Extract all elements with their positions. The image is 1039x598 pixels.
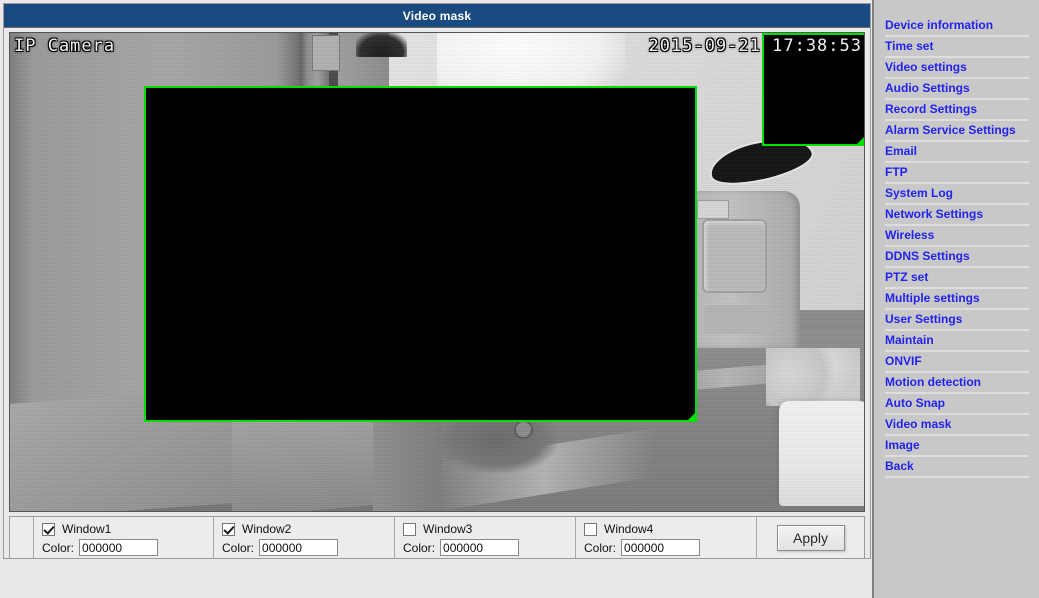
mask-window-control-4: Window4 Color: <box>576 517 757 558</box>
sidebar-item-motion-detection[interactable]: Motion detection <box>885 373 1029 394</box>
video-preview[interactable]: IP Camera 2015-09-21 17:38:53 <box>9 32 865 512</box>
sidebar-item-video-settings[interactable]: Video settings <box>885 58 1029 79</box>
window4-checkbox[interactable] <box>584 522 597 536</box>
sidebar-item-video-mask[interactable]: Video mask <box>885 415 1029 436</box>
settings-sidebar: Device information Time set Video settin… <box>876 0 1039 598</box>
sidebar-item-system-log[interactable]: System Log <box>885 184 1029 205</box>
scene-chair-cutout <box>701 219 768 293</box>
window-enable-row[interactable]: Window1 <box>42 521 213 537</box>
window3-color-label: Color: <box>403 540 436 555</box>
window2-color-input[interactable] <box>259 539 339 556</box>
sidebar-item-record-settings[interactable]: Record Settings <box>885 100 1029 121</box>
window1-label: Window1 <box>62 522 112 536</box>
scene-box-c <box>372 413 442 511</box>
window2-label: Window2 <box>242 522 292 536</box>
sidebar-item-audio-settings[interactable]: Audio Settings <box>885 79 1029 100</box>
mask-resize-handle-icon[interactable] <box>856 136 864 145</box>
scene-small-panel <box>312 35 340 71</box>
page-title: Video mask <box>402 8 472 23</box>
scene-dark-blob <box>355 33 408 57</box>
page-frame: Video mask IP Camera 2015-09-21 17:38:53… <box>3 3 871 559</box>
window1-color-input[interactable] <box>79 539 159 556</box>
window1-checkbox[interactable] <box>42 522 55 536</box>
window3-label: Window3 <box>423 522 473 536</box>
sidebar-item-user-settings[interactable]: User Settings <box>885 310 1029 331</box>
mask-resize-handle-icon[interactable] <box>687 412 696 421</box>
window-enable-row[interactable]: Window4 <box>584 521 756 537</box>
mask-window-1[interactable] <box>144 86 697 422</box>
scene-crumpled-items <box>765 348 860 406</box>
window3-color-row: Color: <box>403 539 575 556</box>
sidebar-item-ftp[interactable]: FTP <box>885 163 1029 184</box>
window-title-bar: Video mask <box>4 4 870 28</box>
window4-color-row: Color: <box>584 539 756 556</box>
sidebar-item-back[interactable]: Back <box>885 457 1029 478</box>
sidebar-item-time-set[interactable]: Time set <box>885 37 1029 58</box>
mask-window-control-3: Window3 Color: <box>395 517 576 558</box>
window3-color-input[interactable] <box>440 539 520 556</box>
scene-box-b <box>232 408 380 511</box>
sidebar-item-auto-snap[interactable]: Auto Snap <box>885 394 1029 415</box>
sidebar-item-ptz-set[interactable]: PTZ set <box>885 268 1029 289</box>
apply-cell: Apply <box>757 517 864 558</box>
content-pane: Video mask IP Camera 2015-09-21 17:38:53… <box>0 0 874 598</box>
window2-color-row: Color: <box>222 539 394 556</box>
sidebar-item-multiple-settings[interactable]: Multiple settings <box>885 289 1029 310</box>
sidebar-item-alarm-service-settings[interactable]: Alarm Service Settings <box>885 121 1029 142</box>
osd-timestamp: 2015-09-21 17:38:53 <box>648 36 862 56</box>
osd-camera-name: IP Camera <box>14 36 116 56</box>
scene-chair-cutout-2 <box>704 305 773 335</box>
window4-label: Window4 <box>604 522 654 536</box>
window1-color-label: Color: <box>42 540 75 555</box>
window2-checkbox[interactable] <box>222 522 235 536</box>
window3-checkbox[interactable] <box>403 522 416 536</box>
mask-window-control-2: Window2 Color: <box>214 517 395 558</box>
window1-color-row: Color: <box>42 539 213 556</box>
sidebar-item-email[interactable]: Email <box>885 142 1029 163</box>
sidebar-item-maintain[interactable]: Maintain <box>885 331 1029 352</box>
scene-chair-label <box>697 200 729 219</box>
window-enable-row[interactable]: Window2 <box>222 521 394 537</box>
app-root: Video mask IP Camera 2015-09-21 17:38:53… <box>0 0 1039 598</box>
window4-color-input[interactable] <box>621 539 701 556</box>
mask-window-control-1: Window1 Color: <box>33 517 214 558</box>
apply-button[interactable]: Apply <box>776 524 845 551</box>
sidebar-item-onvif[interactable]: ONVIF <box>885 352 1029 373</box>
sidebar-item-ddns-settings[interactable]: DDNS Settings <box>885 247 1029 268</box>
window2-color-label: Color: <box>222 540 255 555</box>
mask-controls-bar: Window1 Color: Window2 Color: <box>9 516 865 559</box>
sidebar-item-device-information[interactable]: Device information <box>885 16 1029 37</box>
sidebar-item-wireless[interactable]: Wireless <box>885 226 1029 247</box>
sidebar-item-image[interactable]: Image <box>885 436 1029 457</box>
window-enable-row[interactable]: Window3 <box>403 521 575 537</box>
sidebar-item-network-settings[interactable]: Network Settings <box>885 205 1029 226</box>
window4-color-label: Color: <box>584 540 617 555</box>
scene-white-container <box>778 401 864 507</box>
